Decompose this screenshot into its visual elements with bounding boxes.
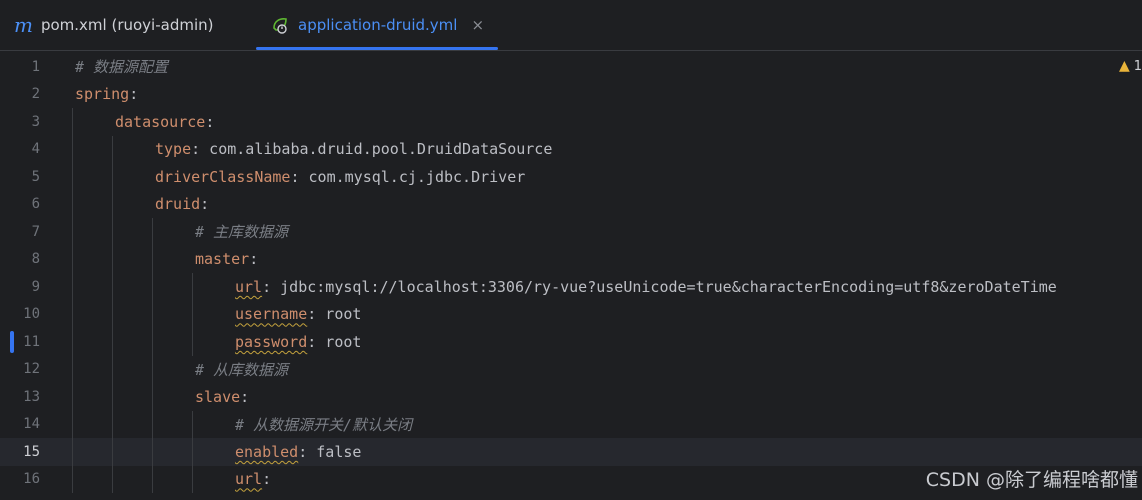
yaml-key: url (235, 470, 263, 489)
code-text: url: jdbc:mysql://localhost:3306/ry-vue?… (235, 278, 1057, 296)
yaml-colon: : (307, 305, 317, 324)
code-text: # 从库数据源 (195, 359, 288, 380)
code-editor[interactable]: ▲ 1 1 # 数据源配置 2 spring: 3 datasource: 4 type: c… (0, 51, 1142, 500)
code-text: url: (235, 470, 271, 488)
yaml-colon: : (200, 195, 210, 214)
yaml-comment: # 从数据源开关/默认关闭 (235, 415, 413, 434)
line-number: 15 (23, 443, 40, 460)
yaml-value: jdbc:mysql://localhost:3306/ry-vue?useUn… (271, 277, 1057, 296)
code-text: username: root (235, 305, 361, 323)
yaml-key: type (155, 140, 192, 159)
yaml-colon: : (262, 277, 272, 296)
indent-guide (192, 410, 193, 493)
code-line[interactable]: 12 # 从库数据源 (0, 356, 1142, 384)
watermark: CSDN @除了编程啥都懂 (925, 469, 1138, 491)
line-number: 2 (31, 86, 40, 103)
yaml-key: druid (155, 195, 201, 214)
code-line[interactable]: 1 # 数据源配置 (0, 53, 1142, 81)
yaml-colon: : (240, 387, 250, 406)
code-text: # 数据源配置 (75, 56, 168, 77)
yaml-comment: # 从库数据源 (195, 360, 289, 379)
indent-guide (112, 135, 113, 493)
yaml-key: username (235, 305, 308, 324)
line-number: 10 (23, 306, 40, 323)
line-number: 3 (31, 113, 40, 130)
tab-pom-xml[interactable]: m pom.xml (ruoyi-admin) (14, 0, 213, 50)
yaml-value: root (316, 305, 362, 324)
code-text: driverClassName: com.mysql.cj.jdbc.Drive… (155, 168, 525, 186)
indent-guide (192, 273, 193, 356)
line-number: 16 (23, 471, 40, 488)
code-text: type: com.alibaba.druid.pool.DruidDataSo… (155, 140, 552, 158)
yaml-colon: : (191, 140, 201, 159)
code-text: # 从数据源开关/默认关闭 (235, 414, 412, 435)
code-line[interactable]: 5 driverClassName: com.mysql.cj.jdbc.Driv… (0, 163, 1142, 191)
yaml-comment: # 主库数据源 (195, 223, 289, 242)
tab-label: pom.xml (ruoyi-admin) (40, 16, 214, 34)
yaml-key: password (235, 332, 308, 351)
yaml-key: slave (195, 387, 241, 406)
yaml-comment: # 数据源配置 (75, 58, 169, 77)
line-number: 1 (31, 58, 40, 75)
indent-guide (72, 108, 73, 493)
code-line[interactable]: 8 master: (0, 246, 1142, 274)
code-text: spring: (75, 85, 138, 103)
line-number: 12 (23, 361, 40, 378)
code-text: master: (195, 250, 258, 268)
yaml-colon: : (249, 250, 259, 269)
code-line[interactable]: 10 username: root (0, 301, 1142, 329)
yaml-colon: : (262, 470, 272, 489)
line-number: 9 (31, 278, 40, 295)
active-tab-indicator (256, 47, 498, 50)
line-number: 13 (23, 388, 40, 405)
code-line[interactable]: 2 spring: (0, 81, 1142, 109)
yaml-key: url (235, 277, 263, 296)
code-line[interactable]: 9 url: jdbc:mysql://localhost:3306/ry-vue… (0, 273, 1142, 301)
line-number: 6 (31, 196, 40, 213)
code-line[interactable]: 7 # 主库数据源 (0, 218, 1142, 246)
code-text: password: root (235, 333, 361, 351)
line-number: 5 (31, 168, 40, 185)
yaml-key: spring (75, 85, 130, 104)
yaml-value: false (307, 442, 362, 461)
line-number: 4 (31, 141, 40, 158)
tab-label: application-druid.yml (298, 16, 458, 34)
yaml-key: master (195, 250, 250, 269)
yaml-key: datasource (115, 112, 206, 131)
yaml-value: com.mysql.cj.jdbc.Driver (299, 167, 526, 186)
code-line[interactable]: 14 # 从数据源开关/默认关闭 (0, 411, 1142, 439)
code-text: # 主库数据源 (195, 221, 288, 242)
change-marker[interactable] (10, 331, 14, 353)
yaml-key: driverClassName (155, 167, 291, 186)
code-text: enabled: false (235, 443, 361, 461)
code-text: druid: (155, 195, 209, 213)
yaml-colon: : (307, 332, 317, 351)
close-icon[interactable]: × (471, 16, 484, 34)
yaml-colon: : (290, 167, 300, 186)
spring-leaf-icon (270, 15, 290, 35)
maven-icon: m (14, 13, 33, 37)
code-line[interactable]: 11 password: root (0, 328, 1142, 356)
code-text: slave: (195, 388, 249, 406)
yaml-colon: : (205, 112, 215, 131)
code-text: datasource: (115, 113, 214, 131)
code-line[interactable]: 13 slave: (0, 383, 1142, 411)
line-number: 14 (23, 416, 40, 433)
code-line[interactable]: 4 type: com.alibaba.druid.pool.DruidDataS… (0, 136, 1142, 164)
code-line[interactable]: 15 enabled: false (0, 438, 1142, 466)
line-number: 8 (31, 251, 40, 268)
yaml-colon: : (129, 85, 139, 104)
editor-tab-bar: m pom.xml (ruoyi-admin) application-drui… (0, 0, 1142, 51)
yaml-value: root (316, 332, 362, 351)
code-line[interactable]: 6 druid: (0, 191, 1142, 219)
yaml-value: com.alibaba.druid.pool.DruidDataSource (200, 140, 553, 159)
indent-guide (152, 218, 153, 493)
code-line[interactable]: 3 datasource: (0, 108, 1142, 136)
line-number: 11 (23, 333, 40, 350)
line-number: 7 (31, 223, 40, 240)
tab-application-druid-yml[interactable]: application-druid.yml × (270, 0, 484, 50)
yaml-key: enabled (235, 442, 299, 461)
yaml-colon: : (298, 442, 308, 461)
